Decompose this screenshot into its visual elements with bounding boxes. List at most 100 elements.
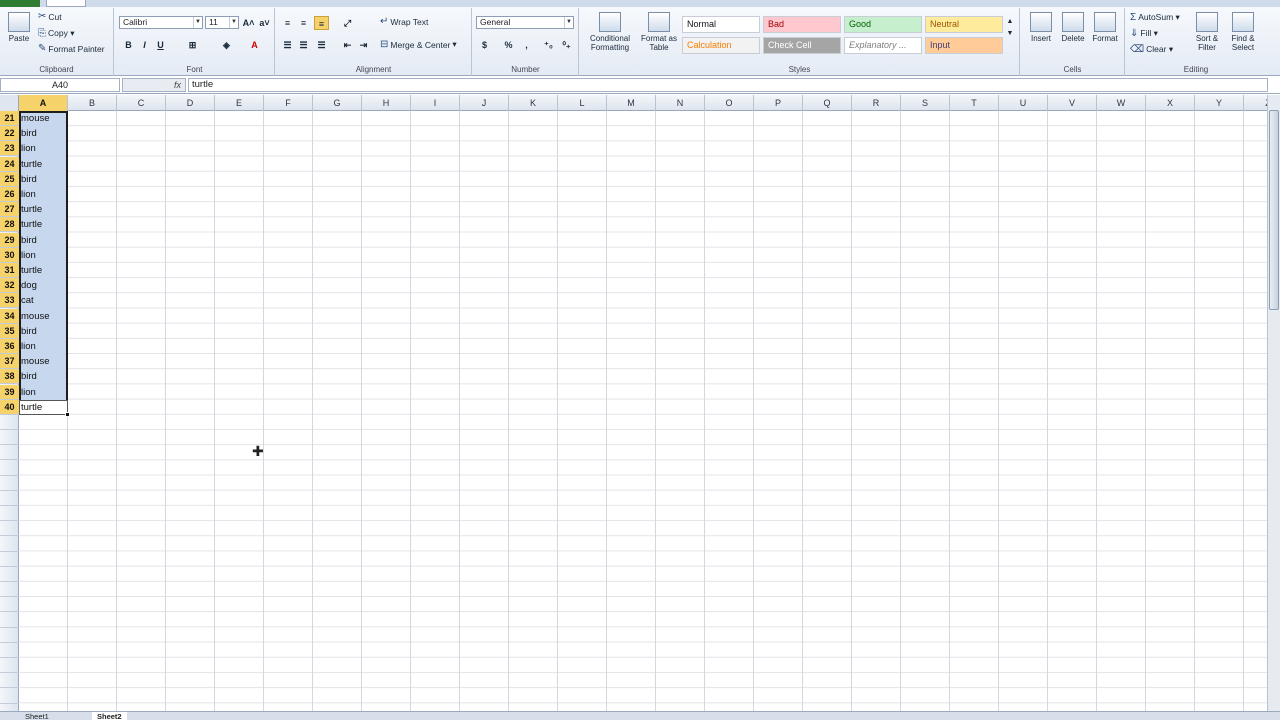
cell-a[interactable]: bird (21, 172, 68, 187)
row-header[interactable]: 31 (0, 263, 19, 278)
number-format-combo[interactable]: General ▼ (476, 16, 574, 29)
cell-a[interactable]: mouse (21, 354, 68, 369)
row-header[interactable]: 24 (0, 156, 19, 172)
paste-button[interactable]: Paste (4, 12, 34, 43)
style-explanatory[interactable]: Explanatory ... (844, 37, 922, 54)
select-all-button[interactable] (0, 95, 19, 111)
column-header-e[interactable]: E (215, 95, 264, 111)
cell-a[interactable]: mouse (21, 111, 68, 126)
bold-button[interactable]: B (121, 38, 136, 52)
column-header-f[interactable]: F (264, 95, 313, 111)
row-header[interactable] (0, 597, 19, 613)
style-bad[interactable]: Bad (763, 16, 841, 33)
column-header-c[interactable]: C (117, 95, 166, 111)
row-header[interactable]: 37 (0, 354, 19, 370)
name-box[interactable]: A40 (0, 78, 120, 92)
row-header[interactable] (0, 521, 19, 537)
column-header-x[interactable]: X (1146, 95, 1195, 111)
row-header[interactable]: 26 (0, 187, 19, 202)
font-name-combo[interactable]: Calibri ▼ (119, 16, 203, 29)
cell-a[interactable]: turtle (21, 217, 68, 232)
row-header[interactable] (0, 658, 19, 674)
conditional-formatting-button[interactable]: Conditional Formatting (584, 12, 636, 52)
row-header[interactable] (0, 643, 19, 658)
autosum-button[interactable]: Σ AutoSum ▾ (1130, 12, 1180, 23)
column-header-u[interactable]: U (999, 95, 1048, 111)
increase-decimal-button[interactable]: ⁺₀ (541, 38, 556, 52)
column-header-a[interactable]: A (19, 95, 68, 111)
sort-filter-button[interactable]: Sort & Filter (1190, 12, 1224, 52)
styles-gallery-scroll[interactable]: ▲ ▼ (1004, 16, 1016, 54)
fill-handle[interactable] (65, 412, 70, 417)
formula-input[interactable]: turtle (188, 78, 1268, 92)
row-header[interactable]: 36 (0, 339, 19, 354)
style-neutral[interactable]: Neutral (925, 16, 1003, 33)
align-right-button[interactable]: ☰ (314, 38, 329, 52)
clear-button[interactable]: ⌫ Clear ▾ (1130, 44, 1173, 55)
font-color-button[interactable]: A (247, 38, 262, 52)
cell-a[interactable]: turtle (21, 263, 68, 278)
percent-button[interactable]: % (501, 38, 516, 52)
align-left-button[interactable]: ☰ (280, 38, 295, 52)
row-header[interactable]: 29 (0, 232, 19, 248)
row-header[interactable]: 35 (0, 323, 19, 339)
row-header[interactable]: 38 (0, 369, 19, 385)
row-header[interactable] (0, 628, 19, 643)
vertical-scroll-thumb[interactable] (1269, 110, 1279, 310)
cell-a[interactable]: mouse (21, 309, 68, 324)
row-header[interactable] (0, 552, 19, 567)
row-header[interactable] (0, 476, 19, 491)
column-header-l[interactable]: L (558, 95, 607, 111)
decrease-indent-button[interactable]: ⇤ (340, 38, 355, 52)
row-header[interactable]: 25 (0, 171, 19, 187)
row-header[interactable] (0, 582, 19, 598)
cell-a[interactable]: turtle (21, 157, 68, 172)
column-header-g[interactable]: G (313, 95, 362, 111)
insert-function-button[interactable]: fx (122, 78, 186, 92)
column-header-o[interactable]: O (705, 95, 754, 111)
row-header[interactable]: 34 (0, 308, 19, 324)
cell-a[interactable]: lion (21, 141, 68, 156)
vertical-scrollbar[interactable] (1267, 95, 1280, 711)
wrap-text-button[interactable]: ↵ Wrap Text (380, 17, 428, 28)
row-header[interactable]: 27 (0, 202, 19, 218)
comma-button[interactable]: , (519, 38, 534, 52)
cell-a[interactable]: lion (21, 187, 68, 202)
fill-color-button[interactable]: ◈ (219, 38, 234, 52)
column-header-y[interactable]: Y (1195, 95, 1244, 111)
currency-button[interactable]: $ (477, 38, 492, 52)
borders-button[interactable]: ⊞ (185, 38, 200, 52)
tab-file[interactable] (0, 0, 40, 7)
row-header[interactable]: 28 (0, 217, 19, 233)
cell-a[interactable]: bird (21, 126, 68, 141)
row-header[interactable]: 40 (0, 399, 19, 415)
row-header[interactable]: 30 (0, 247, 19, 263)
cell-a[interactable]: lion (21, 248, 68, 263)
cell-grid[interactable] (19, 111, 1267, 711)
cell-a[interactable]: turtle (21, 400, 68, 415)
row-header[interactable] (0, 445, 19, 461)
column-header-v[interactable]: V (1048, 95, 1097, 111)
row-header[interactable] (0, 537, 19, 552)
style-check-cell[interactable]: Check Cell (763, 37, 841, 54)
cell-a[interactable]: bird (21, 324, 68, 339)
copy-button[interactable]: ⎘ Copy ▾ (38, 28, 74, 39)
align-middle-button[interactable]: ≡ (296, 16, 311, 30)
format-as-table-button[interactable]: Format as Table (638, 12, 680, 52)
cell-a[interactable]: bird (21, 369, 68, 384)
column-header-h[interactable]: H (362, 95, 411, 111)
column-header-k[interactable]: K (509, 95, 558, 111)
italic-button[interactable]: I (137, 38, 152, 52)
column-header-r[interactable]: R (852, 95, 901, 111)
row-header[interactable] (0, 430, 19, 446)
row-header[interactable] (0, 461, 19, 476)
style-input[interactable]: Input (925, 37, 1003, 54)
align-center-button[interactable]: ☰ (296, 38, 311, 52)
cell-a[interactable]: dog (21, 278, 68, 293)
row-header[interactable] (0, 506, 19, 522)
underline-button[interactable]: U (153, 38, 168, 52)
orientation-button[interactable]: ⤢ (340, 16, 355, 30)
column-header-j[interactable]: J (460, 95, 509, 111)
column-header-n[interactable]: N (656, 95, 705, 111)
column-header-q[interactable]: Q (803, 95, 852, 111)
